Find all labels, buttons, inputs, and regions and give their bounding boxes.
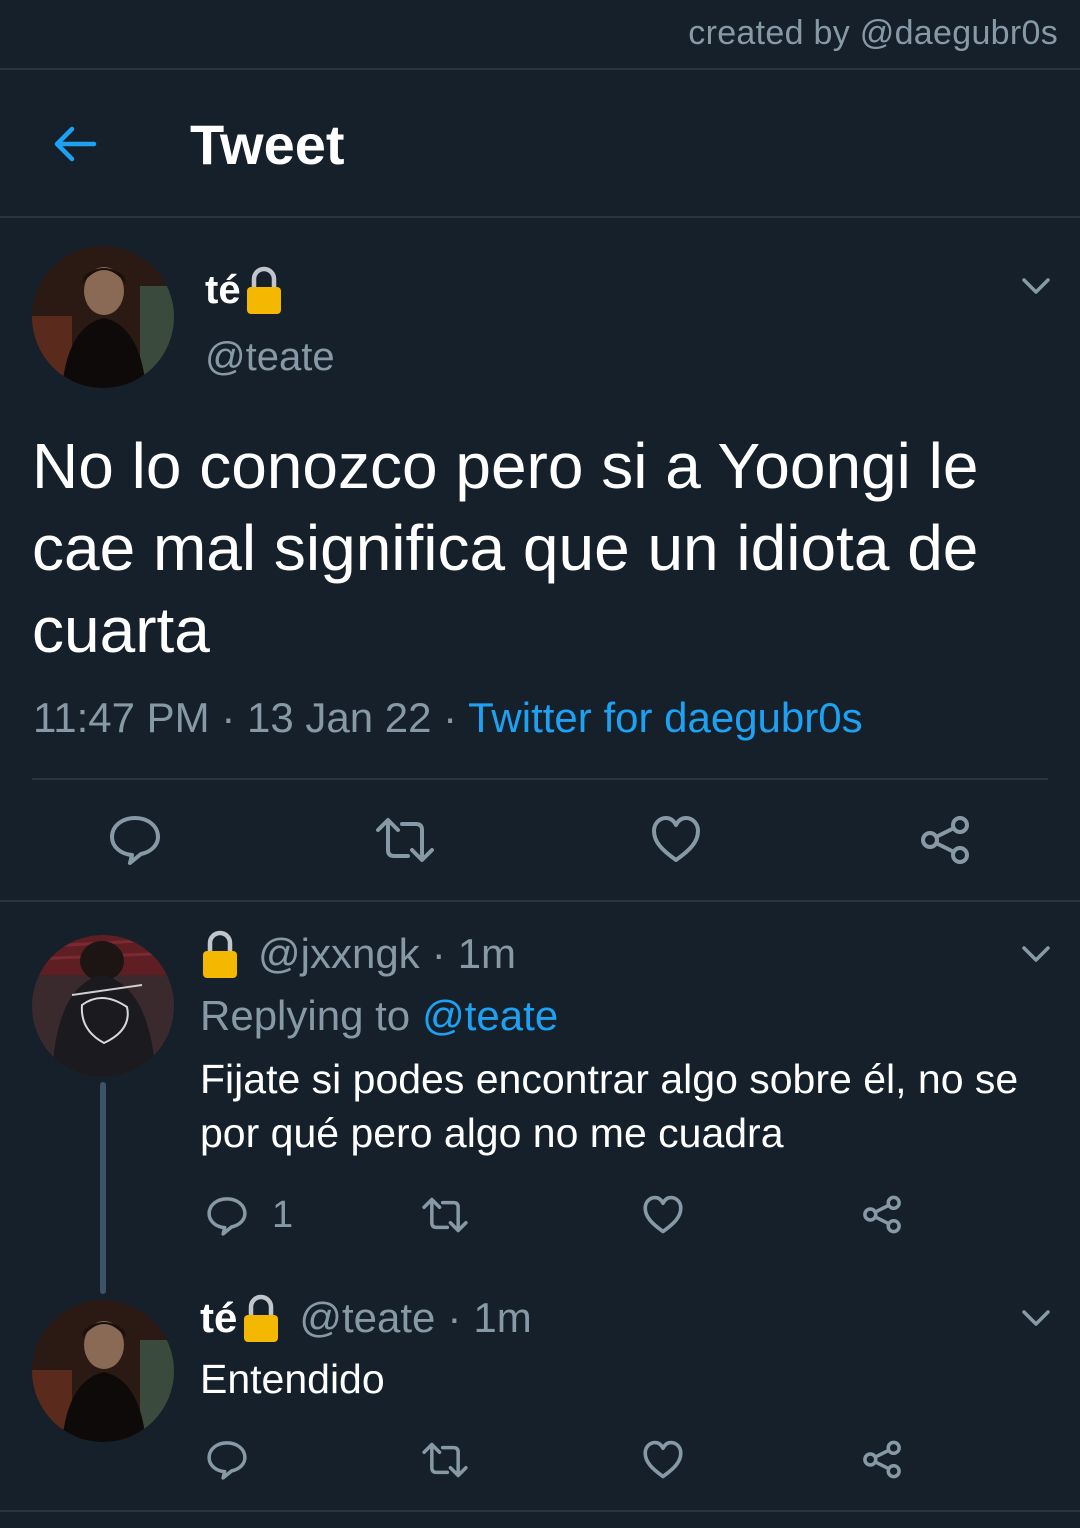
reply2-handle[interactable]: @teate (299, 1294, 435, 1342)
author-handle[interactable]: @teate (205, 335, 335, 380)
thread-connector (100, 1082, 106, 1294)
reply1-handle[interactable]: @jxxngk (258, 930, 420, 978)
reply2-name: té (200, 1294, 238, 1341)
reply2-header: té @teate · 1m (200, 1292, 532, 1344)
replying-to-label: Replying to (200, 992, 411, 1039)
lock-icon (244, 1294, 279, 1342)
page-title: Tweet (190, 113, 345, 176)
author-name-row: té (205, 264, 283, 316)
reply1-reply-action[interactable]: 1 (206, 1194, 293, 1237)
reply1-time: 1m (457, 930, 517, 977)
like-icon[interactable] (642, 1439, 684, 1480)
share-icon[interactable] (861, 1194, 903, 1235)
bottom-divider (0, 1510, 1080, 1512)
chevron-down-icon[interactable] (1021, 1308, 1051, 1328)
reply2-time: 1m (473, 1294, 532, 1341)
avatar[interactable] (32, 935, 174, 1077)
retweet-icon[interactable] (374, 816, 436, 864)
tweet-client-link[interactable]: Twitter for daegubr0s (468, 694, 863, 741)
author-name: té (205, 267, 241, 312)
reply-icon[interactable] (206, 1439, 248, 1481)
actions-divider (0, 900, 1080, 902)
reply1-header: @jxxngk · 1m (200, 928, 516, 980)
meta-divider (32, 778, 1048, 780)
reply-icon[interactable] (108, 814, 162, 866)
credit-text: created by @daegubr0s (688, 14, 1058, 52)
tweet-meta: 11:47 PM · 13 Jan 22 · Twitter for daegu… (33, 694, 863, 742)
retweet-icon[interactable] (421, 1441, 469, 1479)
lock-icon (203, 930, 237, 978)
replying-to-link[interactable]: @teate (422, 992, 558, 1040)
reply-count: 1 (272, 1194, 294, 1236)
like-icon[interactable] (650, 814, 702, 864)
retweet-icon[interactable] (421, 1196, 469, 1234)
reply2-separator: · (447, 1294, 462, 1341)
chevron-down-icon[interactable] (1021, 276, 1051, 296)
replying-to-row: Replying to @teate (200, 992, 558, 1040)
top-divider (0, 68, 1080, 70)
share-icon[interactable] (861, 1439, 903, 1480)
reply1-separator: · (431, 930, 446, 977)
tweet-text: No lo conozco pero si a Yoongi le cae ma… (32, 430, 979, 666)
meta-separator: · (221, 694, 236, 741)
reply2-text: Entendido (200, 1356, 385, 1402)
share-icon[interactable] (918, 814, 972, 866)
tweet-date: 13 Jan 22 (247, 694, 432, 741)
like-icon[interactable] (642, 1194, 684, 1235)
tweet-time: 11:47 PM (33, 694, 210, 741)
lock-icon (246, 266, 281, 314)
back-arrow-icon[interactable] (50, 120, 98, 168)
avatar[interactable] (32, 1300, 174, 1442)
avatar[interactable] (32, 246, 174, 388)
reply1-text: Fijate si podes encontrar algo sobre él,… (200, 1056, 1019, 1156)
meta-separator: · (443, 694, 458, 741)
chevron-down-icon[interactable] (1021, 944, 1051, 964)
header-divider (0, 216, 1080, 218)
reply-icon[interactable] (206, 1195, 248, 1237)
